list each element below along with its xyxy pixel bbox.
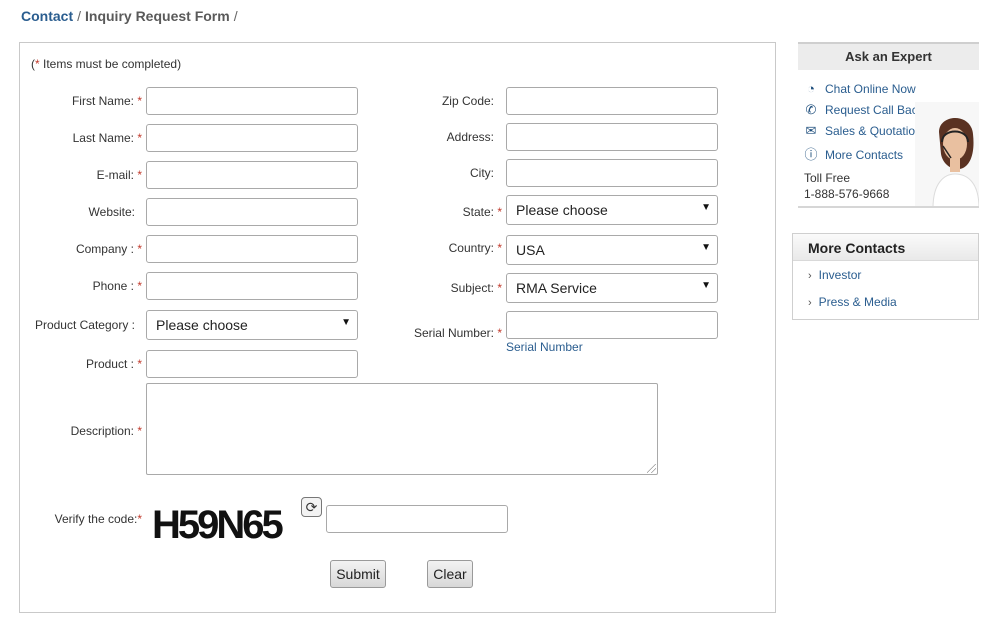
last-name-input[interactable] <box>146 124 358 152</box>
city-input[interactable] <box>506 159 718 187</box>
country-label: Country: * <box>448 241 502 255</box>
product-category-select[interactable]: Please choose ▼ <box>146 310 358 340</box>
captcha-text: H59N65 <box>152 503 284 547</box>
zip-code-label: Zip Code: <box>441 94 494 108</box>
breadcrumb: Contact / Inquiry Request Form / <box>21 8 242 24</box>
panel-bottom-border <box>798 206 979 208</box>
breadcrumb-current: Inquiry Request Form <box>85 8 230 24</box>
more-contacts-panel: More Contacts › Investor › Press & Media <box>792 233 979 320</box>
last-name-label: Last Name: * <box>72 131 142 145</box>
company-label: Company : * <box>75 242 142 256</box>
email-label: E-mail: * <box>96 168 142 182</box>
support-agent-image <box>915 102 979 208</box>
subject-select[interactable]: RMA Service ▼ <box>506 273 718 303</box>
submit-button[interactable]: Submit <box>330 560 386 588</box>
sales-quotation-link[interactable]: ✉ Sales & Quotation <box>804 123 922 139</box>
phone-label: Phone : * <box>92 279 142 293</box>
product-category-value: Please choose <box>156 317 248 333</box>
more-contacts-link[interactable]: ⓘ More Contacts <box>804 144 903 163</box>
country-select[interactable]: USA ▼ <box>506 235 718 265</box>
serial-number-label: Serial Number: * <box>413 326 502 340</box>
city-label: City: <box>470 166 494 180</box>
clear-button[interactable]: Clear <box>427 560 473 588</box>
company-input[interactable] <box>146 235 358 263</box>
info-icon: ⓘ <box>804 147 818 162</box>
verify-code-label: Verify the code:* <box>54 512 142 526</box>
email-input[interactable] <box>146 161 358 189</box>
subject-label: Subject: * <box>450 281 502 295</box>
ask-an-expert-panel: Ask an Expert ◔ Chat Online Now ✆ Request … <box>798 42 979 208</box>
request-call-back-link[interactable]: ✆ Request Call Back <box>804 102 924 118</box>
dropdown-arrow-icon: ▼ <box>341 317 351 328</box>
serial-number-input[interactable] <box>506 311 718 339</box>
country-value: USA <box>516 242 545 258</box>
product-category-label: Product Category : <box>34 318 135 332</box>
website-input[interactable] <box>146 198 358 226</box>
toll-free-label: Toll Free <box>804 171 851 185</box>
toll-free-number: 1-888-576-9668 <box>804 187 890 201</box>
chat-icon: ◔ <box>807 81 815 96</box>
first-name-input[interactable] <box>146 87 358 115</box>
toll-free: Toll Free 1-888-576-9668 <box>804 170 889 202</box>
investor-link[interactable]: › Investor <box>808 268 861 282</box>
state-value: Please choose <box>516 202 608 218</box>
phone-input[interactable] <box>146 272 358 300</box>
website-label: Website: <box>88 205 135 219</box>
envelope-icon: ✉ <box>805 123 817 138</box>
address-label: Address: <box>446 130 494 144</box>
serial-number-help-link[interactable]: Serial Number <box>506 340 583 354</box>
product-label: Product : * <box>85 357 142 371</box>
breadcrumb-separator: / <box>77 8 82 24</box>
inquiry-form: (* Items must be completed) First Name: … <box>19 42 776 613</box>
chat-online-link[interactable]: ◔ Chat Online Now <box>804 81 916 96</box>
zip-code-input[interactable] <box>506 87 718 115</box>
verify-code-input[interactable] <box>326 505 508 533</box>
resize-grip-icon[interactable] <box>647 464 656 473</box>
dropdown-arrow-icon: ▼ <box>701 242 711 253</box>
description-textarea[interactable] <box>146 383 658 475</box>
refresh-captcha-icon[interactable]: ⟳ <box>301 497 322 517</box>
chevron-right-icon: › <box>808 297 812 309</box>
breadcrumb-contact-link[interactable]: Contact <box>21 8 73 24</box>
state-label: State: * <box>462 205 502 219</box>
dropdown-arrow-icon: ▼ <box>701 280 711 291</box>
required-note: (* Items must be completed) <box>31 57 182 71</box>
description-label: Description: * <box>70 424 142 438</box>
state-select[interactable]: Please choose ▼ <box>506 195 718 225</box>
press-media-link[interactable]: › Press & Media <box>808 295 897 309</box>
subject-value: RMA Service <box>516 280 597 296</box>
breadcrumb-separator: / <box>233 8 238 24</box>
address-input[interactable] <box>506 123 718 151</box>
product-input[interactable] <box>146 350 358 378</box>
phone-icon: ✆ <box>805 102 817 117</box>
first-name-label: First Name: * <box>71 94 142 108</box>
dropdown-arrow-icon: ▼ <box>701 202 711 213</box>
more-contacts-title: More Contacts <box>793 234 978 261</box>
chevron-right-icon: › <box>808 270 812 282</box>
ask-an-expert-title: Ask an Expert <box>798 42 979 70</box>
captcha-image: H59N65 <box>152 503 285 547</box>
